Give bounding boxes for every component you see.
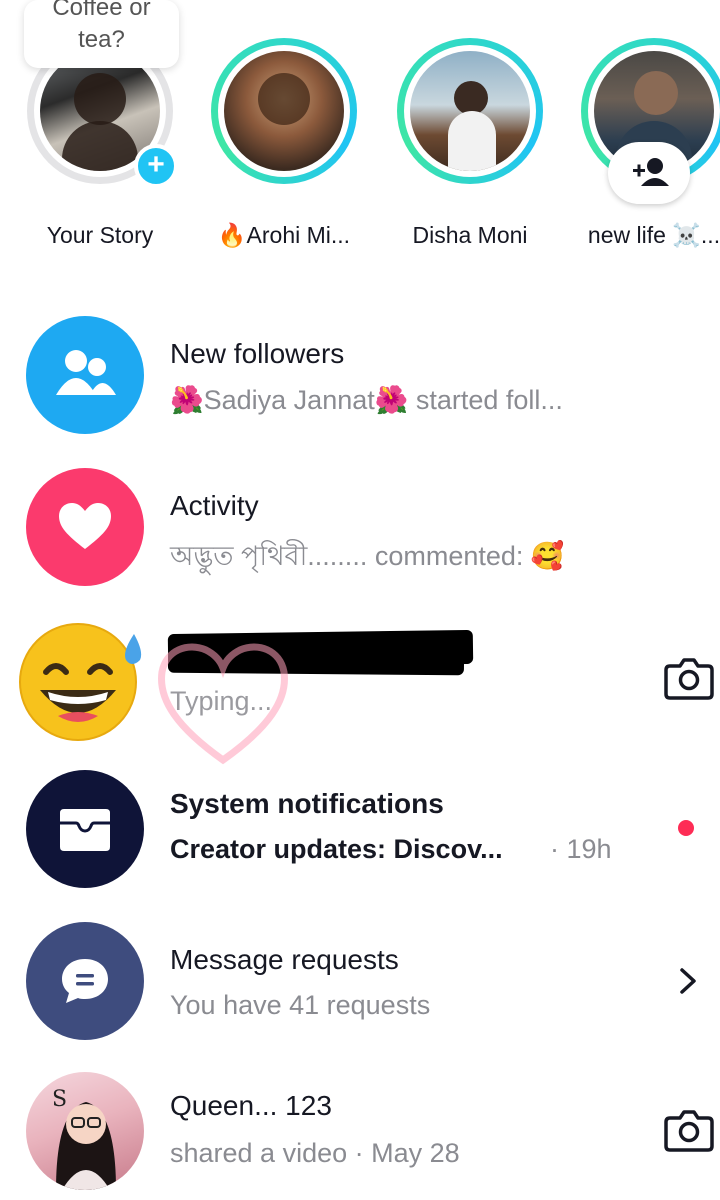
camera-icon[interactable] [664,1108,714,1157]
row-subtitle: You have 41 requests [170,990,431,1020]
story-your-story[interactable]: + Your Story [12,38,188,258]
row-subtitle: 🌺Sadiya Jannat🌺 started foll... [170,385,563,415]
camera-icon[interactable] [664,656,714,705]
row-subtitle: Creator updates: Discov... [170,834,503,864]
story-name: Disha Moni [412,222,528,248]
avatar [224,51,344,171]
story-note-bubble[interactable]: Coffee or tea? [24,0,179,68]
people-icon [26,316,144,434]
story-disha-moni[interactable]: Disha Moni [382,38,558,258]
timestamp: · 19h [550,834,612,864]
story-ring [397,38,543,184]
row-activity[interactable]: Activity অদ্ভুত পৃথিবী........ commented… [0,458,720,598]
row-title: Activity [170,490,259,521]
row-new-followers[interactable]: New followers 🌺Sadiya Jannat🌺 started fo… [0,306,720,446]
note-line-2: tea? [78,26,125,53]
message-icon [26,922,144,1040]
row-title: System notifications [170,788,444,819]
row-title: New followers [170,338,345,369]
chevron-right-icon[interactable] [676,966,700,1001]
sweat-smile-emoji-icon [18,616,146,744]
row-title: Message requests [170,944,399,975]
row-system-notifications[interactable]: System notifications Creator updates: Di… [0,760,720,900]
story-new-life[interactable]: new life ☠️... [566,38,720,258]
story-name: Your Story [46,222,154,248]
story-name: new life ☠️... [587,222,720,248]
unread-dot [678,820,694,836]
stories-bar: + Your Story 🔥Arohi Mi... Disha Moni new… [0,0,720,280]
note-line-1: Coffee or [52,0,151,21]
avatar: S [26,1072,144,1190]
row-title: Queen... 123 [170,1090,332,1121]
story-ring [211,38,357,184]
row-message-requests[interactable]: Message requests You have 41 requests [0,912,720,1052]
svg-text:S: S [52,1087,67,1112]
heart-icon [26,468,144,586]
add-story-icon[interactable]: + [134,144,178,188]
story-arohi[interactable]: 🔥Arohi Mi... [196,38,372,258]
add-friend-icon[interactable] [608,142,690,204]
row-subtitle: অদ্ভুত পৃথিবী........ commented: 🥰 [170,541,565,571]
avatar [410,51,530,171]
row-subtitle: shared a video · May 28 [170,1138,460,1168]
heart-sticker-icon [158,643,288,765]
row-chat-queen[interactable]: S Queen... 123 shared a video · May 28 [0,1060,720,1200]
inbox-icon [26,770,144,888]
story-name: 🔥Arohi Mi... [217,222,351,248]
row-chat[interactable]: Typing... [0,608,720,748]
